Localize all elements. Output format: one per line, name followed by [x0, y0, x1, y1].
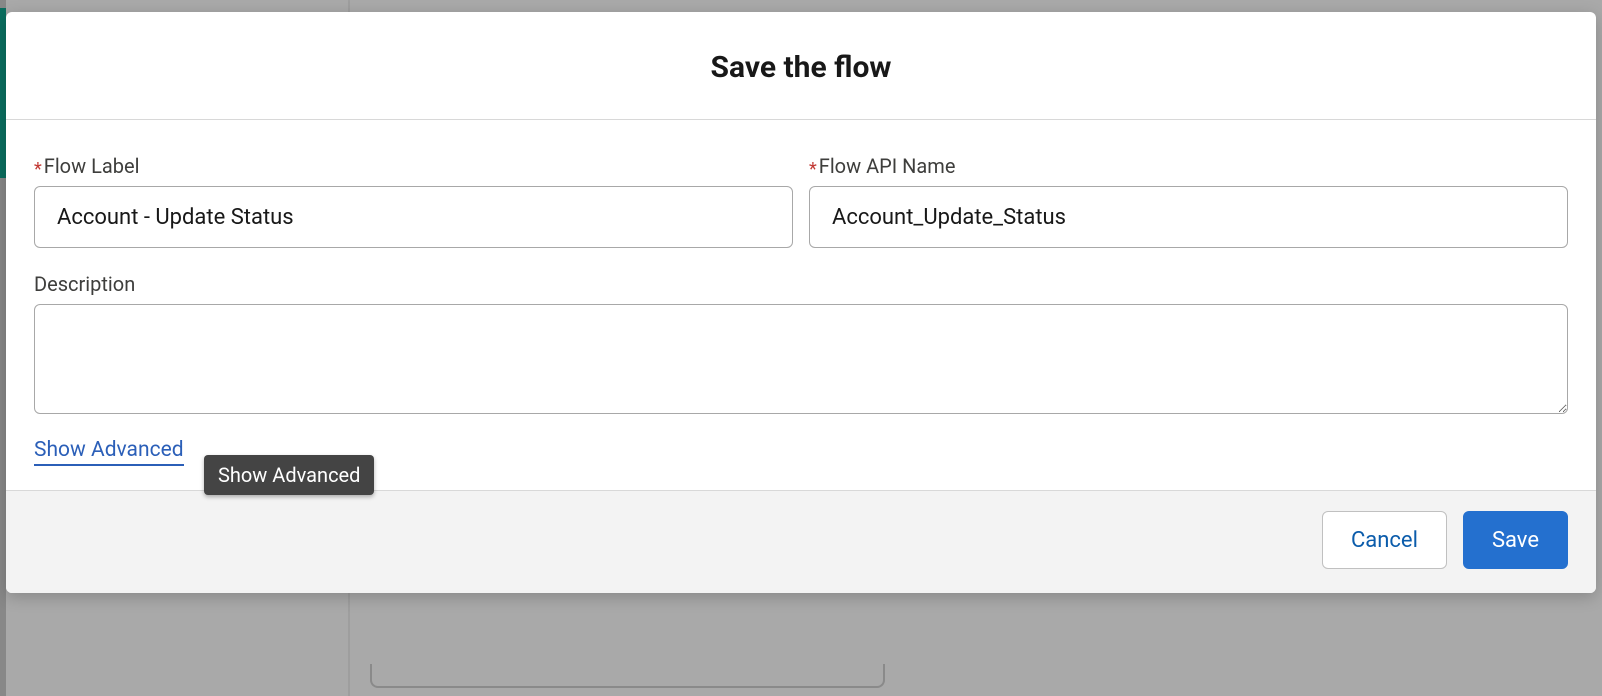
flow-api-name-input[interactable] [809, 186, 1568, 248]
flow-label-group: * Flow Label [34, 154, 793, 248]
modal-body: * Flow Label * Flow API Name Description… [6, 120, 1596, 490]
field-row: * Flow Label * Flow API Name [34, 154, 1568, 248]
save-button[interactable]: Save [1463, 511, 1568, 569]
flow-api-name-label: Flow API Name [819, 154, 956, 178]
modal-header: Save the flow [6, 12, 1596, 120]
flow-label-label: Flow Label [44, 154, 140, 178]
modal-footer: Cancel Save [6, 490, 1596, 593]
required-indicator-icon: * [809, 161, 817, 179]
flow-label-input[interactable] [34, 186, 793, 248]
flow-label-label-wrap: * Flow Label [34, 154, 793, 178]
background-partial-element [370, 664, 885, 688]
required-indicator-icon: * [34, 161, 42, 179]
description-label: Description [34, 272, 135, 296]
flow-api-name-label-wrap: * Flow API Name [809, 154, 1568, 178]
show-advanced-link[interactable]: Show Advanced [34, 438, 184, 466]
save-flow-modal: Save the flow * Flow Label * Flow API Na… [6, 12, 1596, 593]
cancel-button[interactable]: Cancel [1322, 511, 1447, 569]
show-advanced-tooltip: Show Advanced [204, 455, 374, 495]
description-input[interactable] [34, 304, 1568, 414]
description-group: Description [34, 272, 1568, 414]
description-label-wrap: Description [34, 272, 1568, 296]
modal-title: Save the flow [30, 50, 1572, 85]
flow-api-name-group: * Flow API Name [809, 154, 1568, 248]
